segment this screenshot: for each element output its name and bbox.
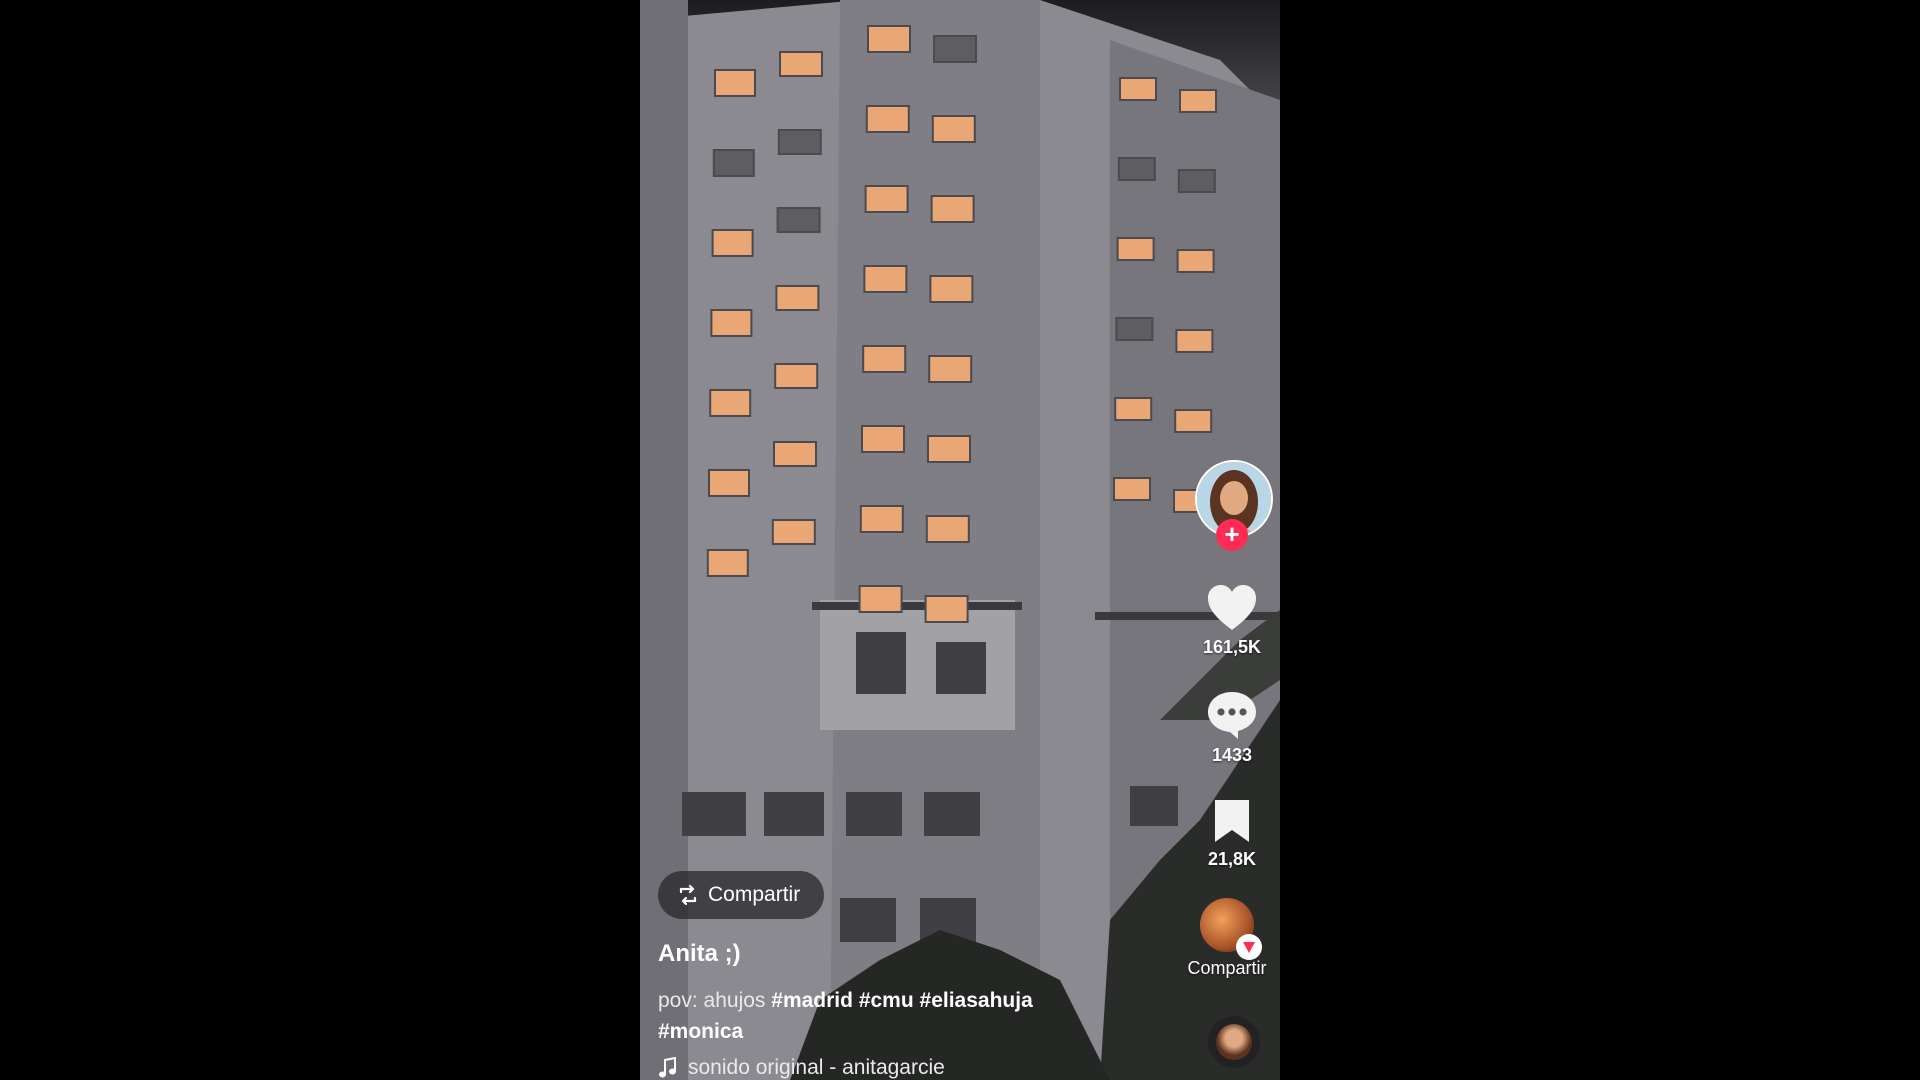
like-count: 161,5K (1202, 637, 1262, 657)
building-window (929, 275, 974, 303)
building-window (779, 51, 823, 77)
building-window (864, 185, 909, 213)
building-window (1176, 249, 1215, 273)
hashtag-cmu[interactable]: #cmu (859, 989, 914, 1012)
building-window (863, 265, 908, 293)
username[interactable]: Anita ;) (658, 940, 741, 968)
building-window (928, 355, 973, 383)
building-window (708, 469, 750, 497)
building-window (710, 309, 753, 337)
building-window (1177, 169, 1216, 193)
building-window (1117, 157, 1156, 181)
save-button[interactable]: 21,8K (1192, 798, 1272, 870)
building-window (862, 345, 907, 373)
share-button[interactable]: Compartir (658, 871, 824, 919)
plus-icon: + (1224, 519, 1240, 549)
repost-button[interactable]: Compartir (1180, 898, 1274, 979)
caption-text: pov: ahujos (658, 989, 766, 1012)
comment-button[interactable]: 1433 (1192, 690, 1272, 766)
building-window (776, 207, 821, 233)
building-window (709, 389, 752, 417)
sound-disc-avatar (1216, 1024, 1252, 1060)
building-window (771, 519, 816, 545)
building-window (774, 363, 819, 389)
building-window (1119, 77, 1157, 101)
building-window (777, 129, 822, 155)
building-window (775, 285, 820, 311)
building-window (1115, 317, 1154, 341)
building-window (865, 105, 910, 133)
repost-label: Compartir (1187, 958, 1267, 978)
building-window (1116, 237, 1155, 261)
share-button-label: Compartir (708, 883, 801, 906)
save-count: 21,8K (1207, 849, 1257, 869)
comment-count: 1433 (1211, 745, 1253, 765)
building-window (858, 585, 903, 613)
building-window (861, 425, 905, 453)
comment-icon (1208, 692, 1256, 739)
building-window (706, 549, 749, 577)
building-window (773, 441, 817, 467)
like-button[interactable]: 161,5K (1192, 584, 1272, 658)
bookmark-icon (1215, 800, 1249, 842)
sound-name: sonido original - anitagarcie (688, 1056, 945, 1079)
hashtag-eliasahuja[interactable]: #eliasahuja (920, 989, 1033, 1012)
heart-icon (1208, 585, 1256, 630)
caption: pov: ahujos #madrid #cmu #eliasahuja #mo… (658, 985, 1098, 1047)
share-badge (1236, 934, 1262, 960)
hashtag-monica[interactable]: #monica (658, 1020, 743, 1043)
building-window (925, 515, 970, 543)
building-window (711, 229, 754, 257)
building-window (927, 435, 971, 463)
building-window (930, 195, 975, 223)
repost-icon (679, 884, 697, 906)
sound-link[interactable]: sonido original - anitagarcie (658, 1056, 945, 1080)
building-window (714, 69, 756, 97)
share-arrow-icon (1243, 942, 1255, 953)
follow-button[interactable]: + (1216, 519, 1248, 551)
building-window (1113, 477, 1151, 501)
music-note-icon (659, 1057, 676, 1078)
hashtag-madrid[interactable]: #madrid (771, 989, 853, 1012)
building-window (924, 595, 969, 623)
building-window (867, 25, 911, 53)
sound-disc[interactable] (1208, 1016, 1260, 1068)
building-window (933, 35, 977, 63)
building-window (1174, 409, 1213, 433)
building-window (859, 505, 904, 533)
building-window (931, 115, 976, 143)
building-window (712, 149, 755, 177)
building-window (1179, 89, 1217, 113)
building-window (1175, 329, 1214, 353)
building-window (1114, 397, 1153, 421)
